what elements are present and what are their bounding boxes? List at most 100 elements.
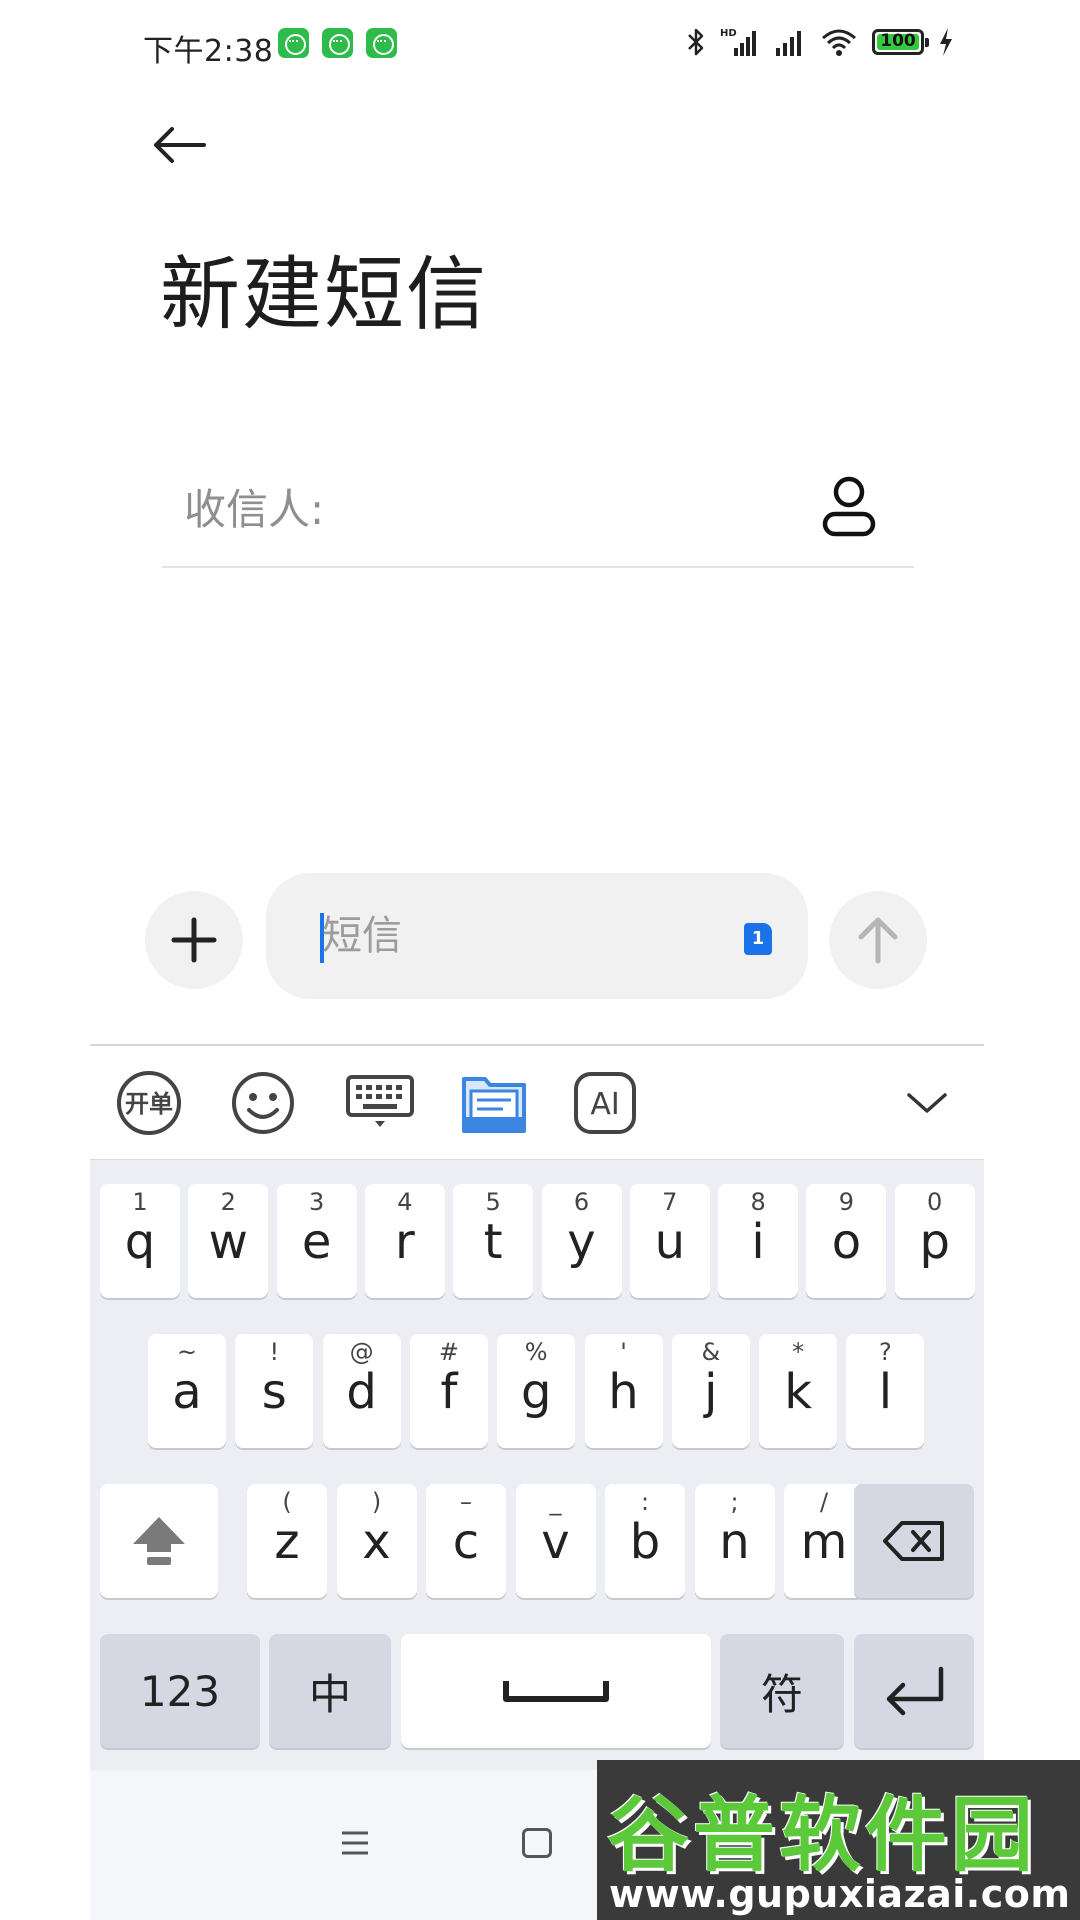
key-x[interactable]: ) x xyxy=(336,1484,417,1598)
key-f[interactable]: # f xyxy=(409,1334,488,1448)
home-button[interactable] xyxy=(522,1828,552,1858)
key-label: t xyxy=(483,1214,503,1270)
key-u[interactable]: 7u xyxy=(629,1184,710,1298)
keyboard-toolbar: 开单 AI xyxy=(90,1046,984,1160)
key-hint: @ xyxy=(349,1338,374,1366)
page-title: 新建短信 xyxy=(160,248,488,341)
key-label: m xyxy=(800,1514,848,1570)
hide-keyboard-button[interactable] xyxy=(892,1068,962,1138)
chinese-mode-key[interactable]: 中 xyxy=(269,1634,391,1748)
charging-icon xyxy=(940,28,952,56)
recent-apps-button[interactable] xyxy=(340,1830,370,1860)
key-label: c xyxy=(452,1514,480,1570)
key-label: j xyxy=(704,1364,718,1420)
key-r[interactable]: 4r xyxy=(364,1184,445,1298)
key-label: e xyxy=(301,1214,332,1270)
key-l[interactable]: ? l xyxy=(846,1334,925,1448)
add-attachment-button[interactable] xyxy=(145,891,243,989)
key-label: z xyxy=(274,1514,300,1570)
symbols-key[interactable]: 符 xyxy=(720,1634,844,1748)
key-i[interactable]: 8i xyxy=(718,1184,799,1298)
message-field[interactable]: 1 xyxy=(266,873,808,999)
enter-icon xyxy=(886,1666,944,1716)
chevron-down-icon xyxy=(907,1093,947,1113)
shift-icon xyxy=(133,1517,185,1565)
arrow-up-icon xyxy=(858,917,898,964)
key-label: o xyxy=(831,1214,862,1270)
key-z[interactable]: (z xyxy=(247,1484,327,1598)
key-p[interactable]: 0p xyxy=(894,1184,975,1298)
key-hint: / xyxy=(819,1488,829,1516)
bluetooth-icon xyxy=(688,28,704,56)
keyboard-switch-button[interactable] xyxy=(342,1068,418,1138)
key-y[interactable]: 6y xyxy=(541,1184,622,1298)
key-a[interactable]: ~ a xyxy=(148,1334,226,1448)
key-d[interactable]: @ d xyxy=(322,1334,401,1448)
key-e[interactable]: 3e xyxy=(276,1184,357,1298)
key-hint: 2 xyxy=(220,1188,236,1216)
key-label: d xyxy=(346,1364,377,1420)
key-k[interactable]: * k xyxy=(759,1334,838,1448)
ai-assistant-button[interactable]: AI xyxy=(570,1068,640,1138)
recipient-field[interactable]: 收信人: xyxy=(162,460,914,568)
signal-hd-icon: HD xyxy=(720,28,756,56)
key-hint: 0 xyxy=(927,1188,943,1216)
wifi-icon xyxy=(822,29,856,56)
message-input[interactable] xyxy=(322,903,702,969)
key-label: l xyxy=(878,1364,893,1420)
pick-contact-button[interactable] xyxy=(814,470,884,540)
space-key[interactable] xyxy=(401,1634,711,1748)
numbers-key[interactable]: 123 xyxy=(100,1634,260,1748)
key-hint: * xyxy=(792,1338,805,1366)
key-s[interactable]: ! s xyxy=(235,1334,314,1448)
space-icon xyxy=(503,1681,609,1702)
clipboard-folder-icon xyxy=(462,1077,526,1133)
key-g[interactable]: % g xyxy=(497,1334,576,1448)
key-o[interactable]: 9o xyxy=(806,1184,887,1298)
back-button[interactable] xyxy=(150,110,230,180)
key-label: i xyxy=(751,1214,765,1270)
key-hint: % xyxy=(524,1338,548,1366)
key-c[interactable]: – c xyxy=(426,1484,506,1598)
quick-order-button[interactable]: 开单 xyxy=(114,1068,184,1138)
svg-text:开单: 开单 xyxy=(125,1090,173,1118)
ai-icon: AI xyxy=(574,1072,636,1134)
contact-icon xyxy=(822,476,876,537)
system-icons: HD 100 xyxy=(686,26,954,58)
key-label: p xyxy=(919,1214,950,1270)
key-b[interactable]: :b xyxy=(605,1484,685,1598)
clipboard-button[interactable] xyxy=(456,1068,532,1138)
key-label: x xyxy=(362,1514,391,1570)
signal-icon xyxy=(776,31,801,56)
key-hint: – xyxy=(460,1488,472,1516)
key-hint: ? xyxy=(879,1338,892,1366)
key-h[interactable]: ' h xyxy=(584,1334,663,1448)
shift-key[interactable] xyxy=(100,1484,218,1598)
key-n[interactable]: ; n xyxy=(694,1484,775,1598)
watermark-title: 谷普软件园 xyxy=(607,1788,1038,1883)
sim-card-selector[interactable]: 1 xyxy=(744,923,772,955)
send-button[interactable] xyxy=(829,891,927,989)
key-hint: ~ xyxy=(176,1338,198,1366)
key-hint: & xyxy=(701,1338,721,1366)
key-label: g xyxy=(520,1364,552,1420)
backspace-icon xyxy=(883,1521,944,1561)
backspace-key[interactable] xyxy=(854,1484,974,1598)
key-w[interactable]: 2w xyxy=(188,1184,269,1298)
app-notification-icon xyxy=(278,28,309,58)
key-j[interactable]: & j xyxy=(671,1334,750,1448)
key-label: r xyxy=(395,1214,415,1270)
key-label: b xyxy=(629,1514,661,1570)
key-q[interactable]: 1q xyxy=(100,1184,180,1298)
key-label: a xyxy=(172,1364,202,1420)
plus-icon xyxy=(171,917,217,963)
key-m[interactable]: / m xyxy=(784,1484,864,1598)
enter-key[interactable] xyxy=(854,1634,974,1748)
key-t[interactable]: 5t xyxy=(453,1184,534,1298)
app-notification-icon xyxy=(322,28,353,58)
status-bar: 下午2:38 HD 100 xyxy=(0,0,1080,90)
emoji-button[interactable] xyxy=(228,1068,298,1138)
key-v[interactable]: _ v xyxy=(515,1484,596,1598)
quick-order-icon: 开单 xyxy=(117,1071,181,1135)
key-hint: 1 xyxy=(132,1188,148,1216)
